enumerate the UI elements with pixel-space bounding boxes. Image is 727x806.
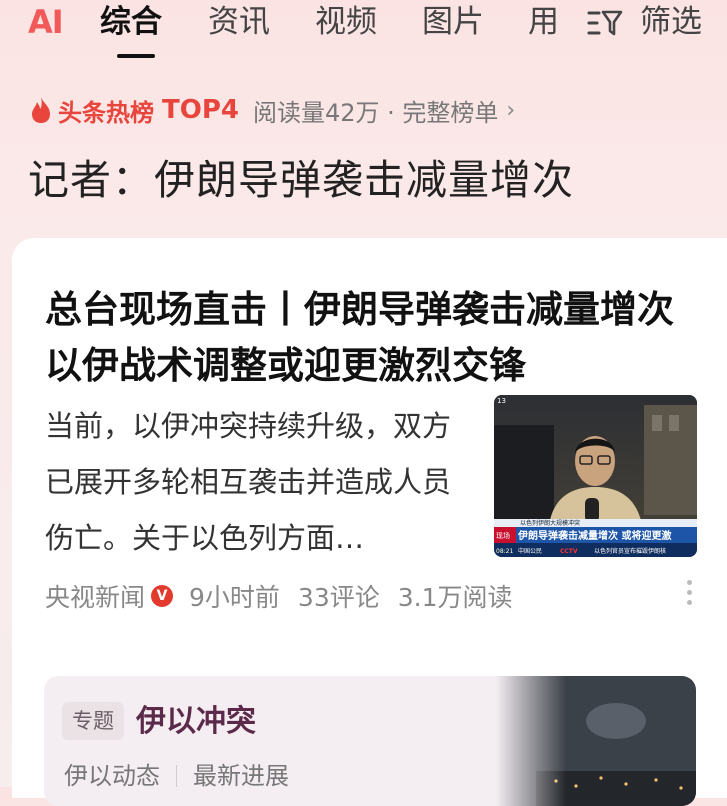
topic-links: 伊以动态 最新进展	[64, 756, 289, 791]
ticker-bottom: 以色列官员宣布摧毁伊朗核	[594, 547, 666, 555]
hot-list-banner[interactable]: 头条热榜 TOP4 阅读量42万 · 完整榜单 ›	[30, 92, 515, 128]
chevron-right-icon: ›	[506, 97, 516, 123]
article-title[interactable]: 总台现场直击丨伊朗导弹袭击减量增次 以伊战术调整或迎更激烈交锋	[45, 282, 685, 394]
topic-tag: 专题	[62, 702, 124, 740]
topic-link-latest[interactable]: 最新进展	[193, 762, 289, 790]
divider	[176, 765, 177, 787]
tab-comprehensive[interactable]: 综合	[100, 2, 162, 42]
topic-title[interactable]: 伊以冲突	[136, 696, 256, 740]
tab-use[interactable]: 用	[528, 2, 559, 42]
ticker-location: 中国公民	[518, 547, 542, 555]
article-summary[interactable]: 当前，以伊冲突持续升级，双方已展开多轮相互袭击并造成人员伤亡。关于以色列方面…	[45, 398, 475, 566]
article-card[interactable]: 总台现场直击丨伊朗导弹袭击减量增次 以伊战术调整或迎更激烈交锋 当前，以伊冲突持…	[12, 238, 727, 806]
filter-icon[interactable]	[587, 9, 623, 37]
read-count: 3.1万阅读	[397, 583, 513, 612]
hot-list-label: 头条热榜	[58, 98, 154, 127]
top-tab-bar: AI 综合 资讯 视频 图片 用 筛选	[0, 0, 727, 60]
more-options-icon[interactable]	[687, 580, 695, 610]
verified-badge-icon: V	[151, 585, 174, 607]
tab-news[interactable]: 资讯	[208, 2, 270, 42]
ai-tab[interactable]: AI	[28, 2, 64, 42]
ticker-time: 08:21	[496, 548, 513, 555]
ticker-main: 伊朗导弹袭击减量增次 或将迎更激	[517, 529, 671, 542]
hot-headline[interactable]: 记者：伊朗导弹袭击减量增次	[28, 146, 574, 206]
flame-icon	[32, 97, 50, 123]
news-video-frame: 13 以色列伊朗大规模冲突 现场 伊朗导弹袭击减量增次 或将迎更激 08:21 …	[494, 395, 697, 557]
active-tab-indicator	[117, 54, 155, 58]
topic-link-dynamics[interactable]: 伊以动态	[64, 762, 160, 790]
comment-count: 33评论	[297, 583, 380, 612]
article-thumbnail[interactable]: 13 以色列伊朗大规模冲突 现场 伊朗导弹袭击减量增次 或将迎更激 08:21 …	[494, 395, 697, 557]
hot-meta[interactable]: 阅读量42万 · 完整榜单	[253, 93, 498, 128]
tab-images[interactable]: 图片	[422, 2, 484, 42]
cctv-logo: CCTV	[560, 548, 578, 555]
ticker-top: 以色列伊朗大规模冲突	[520, 519, 580, 527]
tab-video[interactable]: 视频	[315, 2, 377, 42]
channel-number: 13	[497, 397, 506, 405]
publish-time: 9小时前	[189, 583, 280, 612]
live-label: 现场	[496, 531, 510, 540]
filter-button[interactable]: 筛选	[640, 2, 702, 42]
article-meta: 央视新闻 V 9小时前 33评论 3.1万阅读	[45, 578, 513, 614]
hot-rank: TOP4	[162, 95, 239, 125]
source-name[interactable]: 央视新闻	[45, 578, 145, 614]
